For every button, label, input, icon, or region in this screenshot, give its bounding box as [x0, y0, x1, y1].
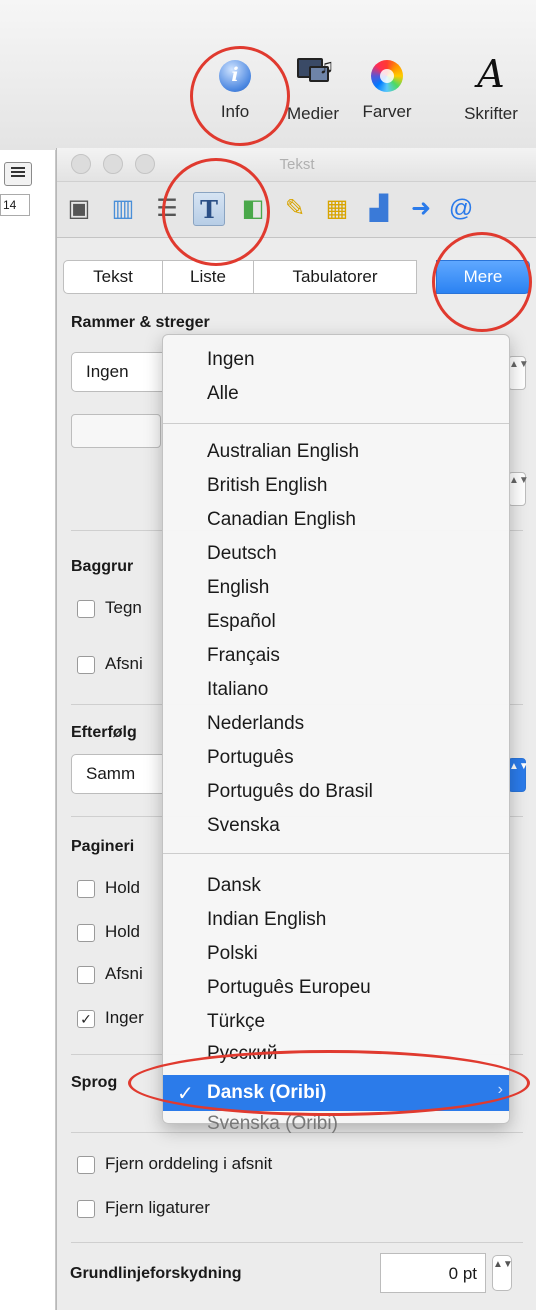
font-icon: A — [477, 52, 505, 96]
pagination-checkbox-4[interactable]: ✓ — [77, 1010, 95, 1028]
pagination-checkbox-2[interactable] — [77, 924, 95, 942]
menu-item-language[interactable]: Australian English — [207, 441, 359, 463]
color-wheel-icon — [371, 60, 403, 92]
border-stepper[interactable]: ▲▼ — [508, 356, 529, 390]
colors-label: Farver — [362, 102, 412, 121]
metrics-inspector-button[interactable]: ✎ — [279, 192, 311, 226]
chart-icon: ▟ — [369, 195, 389, 222]
annotation-circle-more-tab — [432, 232, 532, 332]
panel-titlebar: Tekst — [57, 148, 536, 182]
remove-ligatures-checkbox[interactable] — [77, 1200, 95, 1218]
menu-item-language[interactable]: Svenska — [207, 815, 280, 837]
language-heading: Sprog — [71, 1074, 118, 1091]
para-background-label: Afsni — [105, 654, 143, 673]
link-inspector-button[interactable]: ➜ — [405, 192, 437, 226]
char-background-label: Tegn — [105, 598, 142, 617]
annotation-circle-text-tool — [162, 158, 270, 266]
pagination-label-4: Inger — [105, 1008, 144, 1027]
pagination-checkbox-3[interactable] — [77, 966, 95, 984]
baseline-shift-label: Grundlinjeforskydning — [70, 1265, 242, 1282]
pagination-label-1: Hold — [105, 878, 140, 897]
tab-tabs[interactable]: Tabulatorer — [253, 260, 417, 294]
menu-item-language[interactable]: Svenska (Oribi) — [207, 1113, 338, 1135]
borders-heading: Rammer & streger — [71, 314, 210, 331]
remove-hyphenation-checkbox[interactable] — [77, 1156, 95, 1174]
menu-item-language[interactable]: Português Europeu — [207, 977, 371, 999]
fonts-button[interactable]: A Skrifter — [452, 54, 530, 124]
baseline-shift-field[interactable]: 0 pt — [380, 1253, 486, 1293]
align-left-icon — [11, 167, 25, 169]
colors-button[interactable]: Farver — [348, 54, 426, 122]
remove-ligatures-label: Fjern ligaturer — [105, 1198, 210, 1217]
menu-item-language[interactable]: Deutsch — [207, 543, 277, 565]
following-style-popup[interactable]: Samm — [71, 754, 167, 794]
menu-item-language[interactable]: Italiano — [207, 679, 268, 701]
language-menu: Ingen Alle Australian English British En… — [162, 334, 510, 1134]
border-style-popup[interactable]: Ingen — [71, 352, 167, 392]
menu-item-none[interactable]: Ingen — [207, 349, 255, 371]
baseline-shift-row: Grundlinjeforskydning 0 pt ▲▼ — [70, 1253, 530, 1293]
layout-inspector-button[interactable]: ▥ — [107, 192, 139, 226]
menu-item-language[interactable]: Indian English — [207, 909, 326, 931]
menu-separator — [163, 853, 509, 854]
menu-item-language[interactable]: British English — [207, 475, 327, 497]
document-icon: ▣ — [67, 195, 91, 222]
menu-item-language[interactable]: Canadian English — [207, 509, 356, 531]
char-background-checkbox[interactable] — [77, 600, 95, 618]
baseline-shift-stepper[interactable]: ▲▼ — [492, 1255, 513, 1291]
menu-item-language[interactable]: Polski — [207, 943, 258, 965]
menu-item-language[interactable]: English — [207, 577, 269, 599]
menu-item-language[interactable]: Nederlands — [207, 713, 304, 735]
panel-title: Tekst — [279, 156, 315, 173]
quicktime-inspector-button[interactable]: @ — [445, 192, 477, 226]
pagination-label-3: Afsni — [105, 964, 143, 983]
table-icon: ▦ — [325, 195, 349, 222]
following-style-heading: Efterfølg — [71, 724, 137, 741]
border-segment-buttons[interactable] — [71, 414, 161, 448]
following-style-arrows[interactable]: ▲▼ — [508, 758, 529, 792]
background-heading: Baggrur — [71, 558, 134, 575]
border-width-stepper[interactable]: ▲▼ — [508, 472, 529, 506]
para-background-checkbox[interactable] — [77, 656, 95, 674]
align-left-button[interactable] — [4, 162, 32, 186]
chart-inspector-button[interactable]: ▟ — [363, 192, 395, 226]
menu-item-language[interactable]: Français — [207, 645, 280, 667]
menu-item-language[interactable]: Dansk — [207, 875, 261, 897]
layout-icon: ▥ — [111, 195, 135, 222]
font-size-field[interactable]: 14 — [0, 194, 30, 216]
at-icon: @ — [448, 195, 474, 222]
menu-item-language[interactable]: Português — [207, 747, 294, 769]
annotation-ellipse-dansk-oribi — [128, 1050, 530, 1116]
remove-hyphenation-label: Fjern orddeling i afsnit — [105, 1154, 273, 1173]
document-edge: 14 — [0, 150, 56, 1310]
menu-item-language[interactable]: Español — [207, 611, 276, 633]
annotation-circle-info — [190, 46, 290, 146]
pagination-label-2: Hold — [105, 922, 140, 941]
inspector-toolbar: ▣ ▥ ☰ T ◧ ✎ ▦ ▟ ➜ @ — [57, 182, 536, 238]
media-icon: ♫ — [293, 54, 334, 94]
ruler-icon: ✎ — [284, 195, 306, 222]
pagination-checkbox-1[interactable] — [77, 880, 95, 898]
document-inspector-button[interactable]: ▣ — [63, 192, 95, 226]
divider — [71, 1242, 523, 1243]
tab-text[interactable]: Tekst — [63, 260, 163, 294]
menu-separator — [163, 423, 509, 424]
link-arrow-icon: ➜ — [410, 195, 432, 222]
menu-item-language[interactable]: Türkçe — [207, 1011, 265, 1033]
fonts-label: Skrifter — [464, 104, 518, 123]
table-inspector-button[interactable]: ▦ — [321, 192, 353, 226]
pagination-heading: Pagineri — [71, 838, 135, 855]
menu-item-language[interactable]: Português do Brasil — [207, 781, 373, 803]
menu-item-all[interactable]: Alle — [207, 383, 239, 405]
